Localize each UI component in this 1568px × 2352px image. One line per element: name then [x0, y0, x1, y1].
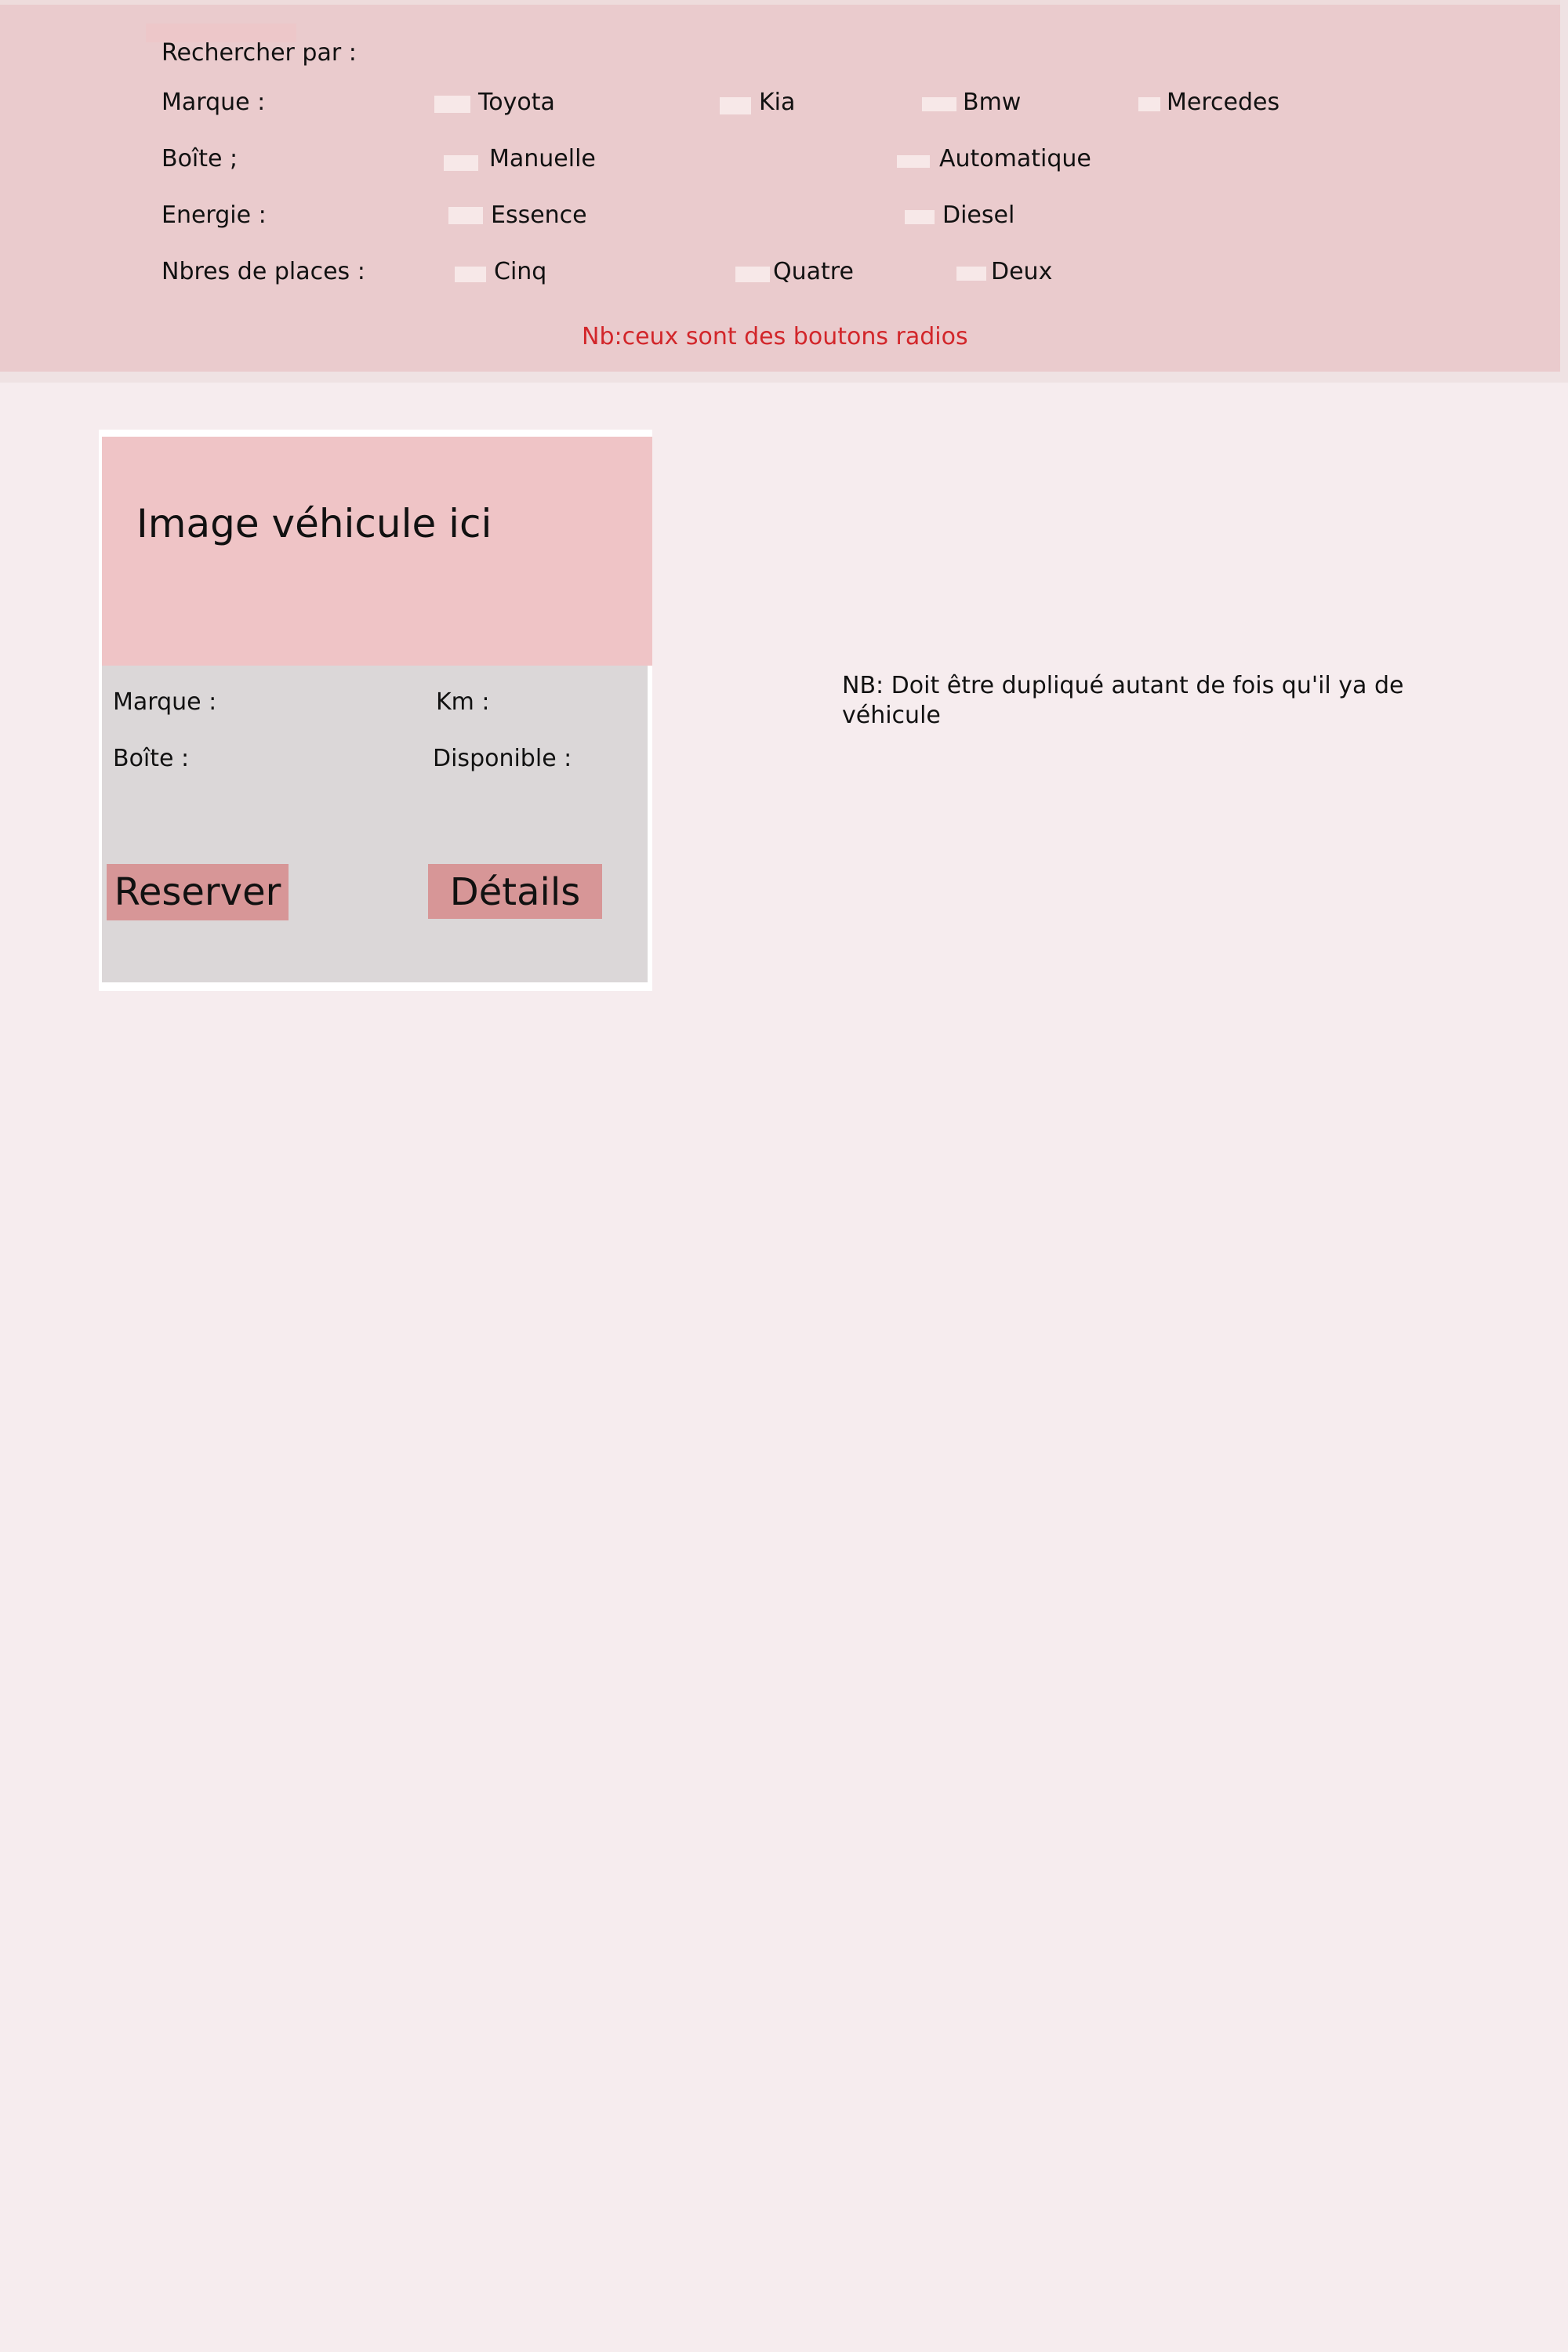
- radio-kia[interactable]: [720, 97, 751, 114]
- radio-cinq[interactable]: [455, 267, 486, 282]
- energy-filter-label: Energie :: [162, 201, 267, 229]
- card-km-label: Km :: [436, 688, 490, 716]
- right-border: [1560, 0, 1568, 383]
- radio-diesel[interactable]: [905, 210, 935, 224]
- radio-bmw[interactable]: [922, 97, 956, 111]
- duplicate-card-note: NB: Doit être dupliqué autant de fois qu…: [842, 672, 1404, 729]
- option-cinq[interactable]: Cinq: [494, 258, 546, 286]
- panel-bottom-border: [0, 372, 1568, 383]
- seats-filter-label: Nbres de places :: [162, 258, 365, 285]
- vehicle-image-placeholder: [102, 437, 652, 666]
- radio-quatre[interactable]: [735, 267, 770, 282]
- vehicle-image-label: Image véhicule ici: [136, 501, 492, 546]
- option-automatique[interactable]: Automatique: [939, 145, 1091, 173]
- radio-toyota[interactable]: [434, 96, 470, 113]
- radio-buttons-note: Nb:ceux sont des boutons radios: [582, 323, 968, 350]
- option-diesel[interactable]: Diesel: [942, 201, 1014, 230]
- option-quatre[interactable]: Quatre: [773, 258, 854, 286]
- card-brand-label: Marque :: [113, 688, 217, 716]
- option-manuelle[interactable]: Manuelle: [489, 145, 596, 173]
- gearbox-filter-label: Boîte ;: [162, 145, 238, 172]
- radio-essence[interactable]: [448, 207, 483, 224]
- card-available-label: Disponible :: [433, 745, 572, 772]
- option-deux[interactable]: Deux: [991, 258, 1052, 286]
- radio-automatique[interactable]: [897, 155, 930, 168]
- reserve-button[interactable]: Reserver: [107, 864, 289, 920]
- option-bmw[interactable]: Bmw: [963, 89, 1021, 117]
- option-toyota[interactable]: Toyota: [478, 89, 555, 117]
- option-kia[interactable]: Kia: [759, 89, 795, 117]
- option-mercedes[interactable]: Mercedes: [1167, 89, 1279, 117]
- radio-deux[interactable]: [956, 267, 986, 281]
- search-title: Rechercher par :: [162, 39, 357, 67]
- radio-mercedes[interactable]: [1138, 97, 1160, 111]
- brand-filter-label: Marque :: [162, 89, 266, 116]
- card-gearbox-label: Boîte :: [113, 745, 190, 772]
- option-essence[interactable]: Essence: [491, 201, 587, 230]
- details-button[interactable]: Détails: [428, 864, 602, 919]
- radio-manuelle[interactable]: [444, 155, 478, 171]
